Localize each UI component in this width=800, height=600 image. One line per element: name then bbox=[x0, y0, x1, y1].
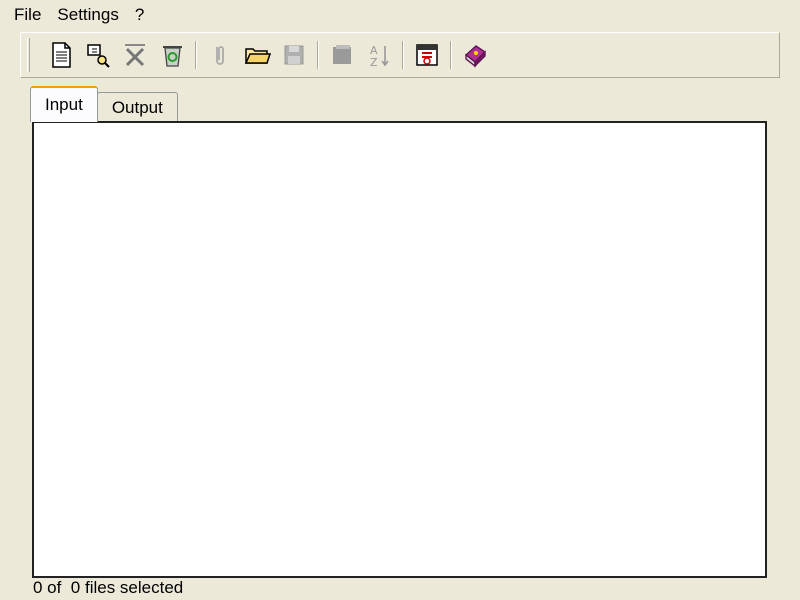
remove-icon bbox=[125, 44, 145, 67]
save-icon bbox=[284, 45, 304, 65]
copy-button[interactable] bbox=[325, 38, 359, 72]
tab-strip: Input Output bbox=[30, 86, 178, 122]
help-button[interactable] bbox=[458, 38, 492, 72]
status-text: 0 of 0 files selected bbox=[33, 578, 184, 597]
open-button[interactable] bbox=[240, 38, 274, 72]
copy-icon bbox=[333, 45, 351, 64]
open-folder-icon bbox=[244, 48, 271, 64]
new-button[interactable] bbox=[44, 38, 78, 72]
calendar-icon bbox=[416, 44, 438, 66]
toolbar: A Z bbox=[20, 32, 780, 78]
toolbar-separator bbox=[450, 41, 452, 69]
attach-icon bbox=[216, 46, 224, 65]
menu-bar: File Settings ? bbox=[0, 0, 800, 30]
tab-input[interactable]: Input bbox=[30, 86, 98, 122]
toolbar-grip[interactable] bbox=[27, 38, 30, 72]
sort-button[interactable]: A Z bbox=[362, 38, 396, 72]
file-list-panel[interactable] bbox=[32, 121, 767, 578]
toolbar-separator bbox=[317, 41, 319, 69]
help-book-icon bbox=[464, 45, 487, 68]
tab-output[interactable]: Output bbox=[96, 92, 178, 122]
attach-button[interactable] bbox=[203, 38, 237, 72]
find-icon bbox=[87, 44, 110, 68]
remove-button[interactable] bbox=[118, 38, 152, 72]
new-document-icon bbox=[52, 42, 71, 68]
delete-button[interactable] bbox=[155, 38, 189, 72]
save-button[interactable] bbox=[277, 38, 311, 72]
svg-text:Z: Z bbox=[370, 56, 378, 69]
menu-file[interactable]: File bbox=[6, 1, 49, 29]
recycle-bin-icon bbox=[163, 46, 182, 67]
find-button[interactable] bbox=[81, 38, 115, 72]
menu-settings[interactable]: Settings bbox=[49, 1, 126, 29]
sort-icon: A Z bbox=[370, 44, 389, 69]
toolbar-separator bbox=[402, 41, 404, 69]
menu-help[interactable]: ? bbox=[127, 1, 152, 29]
toolbar-separator bbox=[195, 41, 197, 69]
schedule-button[interactable] bbox=[410, 38, 444, 72]
